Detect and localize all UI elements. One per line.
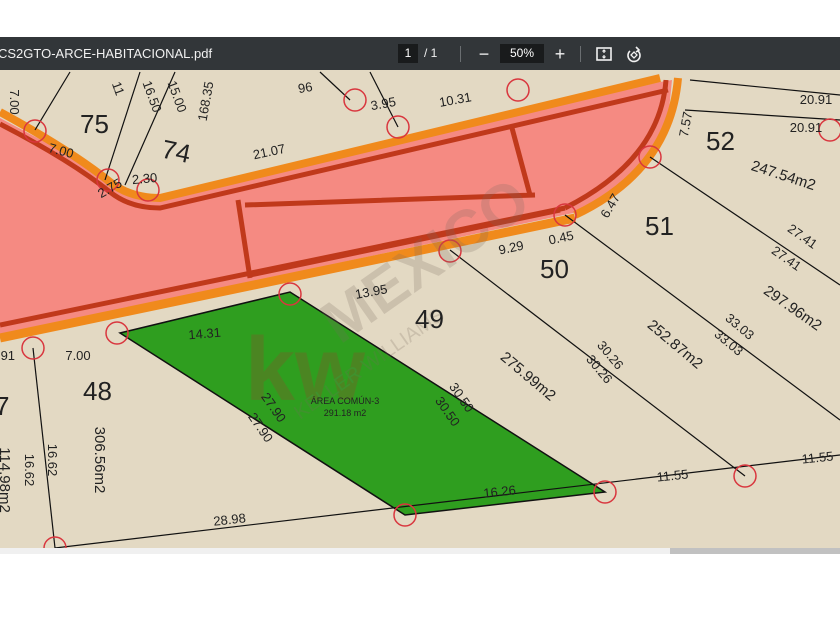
- zoom-out-button[interactable]: −: [473, 43, 495, 65]
- lot-number: 52: [706, 126, 735, 156]
- dim: 2.30: [131, 170, 158, 187]
- rotate-icon[interactable]: [623, 43, 645, 65]
- common-area-size: 291.18 m2: [324, 408, 367, 418]
- lot-number: 49: [415, 304, 444, 334]
- divider: [460, 46, 461, 62]
- divider: [580, 46, 581, 62]
- common-area-name: ÁREA COMÚN-3: [311, 396, 380, 406]
- dim: 20.91: [800, 92, 833, 107]
- dim: 96: [297, 79, 314, 96]
- file-name: CS2GTO-ARCE-HABITACIONAL.pdf: [0, 46, 213, 61]
- page-total: / 1: [424, 46, 438, 60]
- dim: 7.00: [65, 348, 90, 363]
- dim: 14.31: [188, 325, 222, 343]
- pdf-page-view[interactable]: kw MEXICO KELLER WILLIAMS 75 74 52 51 50…: [0, 70, 840, 548]
- dim: 306.56m2: [91, 427, 108, 494]
- lot-number: 74: [159, 134, 194, 169]
- lot-number: 75: [80, 109, 109, 139]
- lot-number: 48: [83, 376, 112, 406]
- fit-page-icon[interactable]: [593, 43, 615, 65]
- dim: 7.00: [7, 89, 22, 114]
- dim: .91: [0, 348, 15, 363]
- zoom-in-button[interactable]: +: [549, 43, 571, 65]
- dim: 16.62: [45, 444, 60, 477]
- lot-number: 50: [540, 254, 569, 284]
- page-number-input[interactable]: 1: [398, 44, 418, 63]
- zoom-level-input[interactable]: 50%: [500, 44, 544, 63]
- dim: 20.91: [790, 120, 823, 135]
- scrollbar-thumb[interactable]: [670, 548, 840, 554]
- dim: 16.62: [22, 454, 37, 487]
- site-plan: kw MEXICO KELLER WILLIAMS 75 74 52 51 50…: [0, 70, 840, 548]
- pdf-toolbar: CS2GTO-ARCE-HABITACIONAL.pdf 1 / 1 − 50%…: [0, 37, 840, 70]
- lot-number: 7: [0, 391, 9, 421]
- horizontal-scrollbar[interactable]: [0, 548, 840, 554]
- dim: 114.98m2: [0, 447, 13, 513]
- lot-number: 51: [645, 211, 674, 241]
